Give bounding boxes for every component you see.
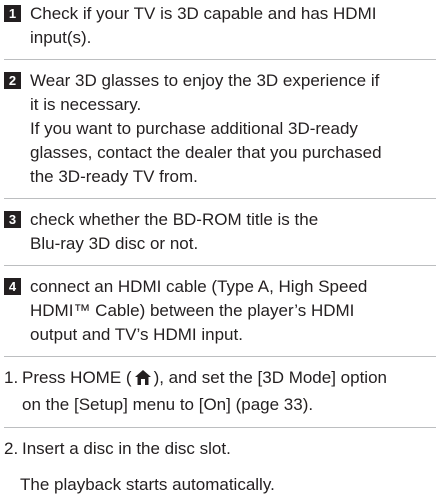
ordered-step-line: on the [Setup] menu to [On] (page 33). [22,395,314,414]
step-number: 4 [4,278,21,295]
step-text-line: Blu-ray 3D disc or not. [30,234,199,253]
step-4: 4 connect an HDMI cable (Type A, High Sp… [4,275,436,347]
step-text-line: If you want to purchase additional 3D-re… [30,119,358,138]
divider [4,356,436,357]
step-text-line: check whether the BD-ROM title is the [30,210,319,229]
step-text-line: glasses, contact the dealer that you pur… [30,143,382,162]
ordered-step-number: 1. [4,368,19,387]
ordered-step-line: Press HOME (), and set the [3D Mode] opt… [22,366,436,393]
step-text-line: Wear 3D glasses to enjoy the 3D experien… [30,71,380,90]
ordered-step-2: 2. Insert a disc in the disc slot. [4,437,436,461]
step-text-line: output and TV’s HDMI input. [30,325,243,344]
step-number: 1 [4,5,21,22]
divider [4,198,436,199]
step-text-line: input(s). [30,28,92,47]
divider [4,427,436,428]
divider [4,59,436,60]
step-2: 2 Wear 3D glasses to enjoy the 3D experi… [4,69,436,189]
home-icon [134,369,152,393]
step-1: 1 Check if your TV is 3D capable and has… [4,2,436,50]
step-text-line: the 3D-ready TV from. [30,167,198,186]
step-text-line: it is necessary. [30,95,142,114]
ordered-step-1: 1. Press HOME (), and set the [3D Mode] … [4,366,436,417]
step-text-line: Check if your TV is 3D capable and has H… [30,4,377,23]
step-text-line: connect an HDMI cable (Type A, High Spee… [30,277,368,296]
ordered-step-number: 2. [4,439,19,458]
divider [4,265,436,266]
step-number: 3 [4,211,21,228]
step-3: 3 check whether the BD-ROM title is the … [4,208,436,256]
step-number: 2 [4,72,21,89]
result-text: The playback starts automatically. [20,475,275,494]
instruction-list: 1 Check if your TV is 3D capable and has… [4,2,436,497]
step-text-line: HDMI™ Cable) between the player’s HDMI [30,301,355,320]
ordered-step-line: Insert a disc in the disc slot. [22,439,231,458]
manual-page: 1 Check if your TV is 3D capable and has… [0,0,442,494]
